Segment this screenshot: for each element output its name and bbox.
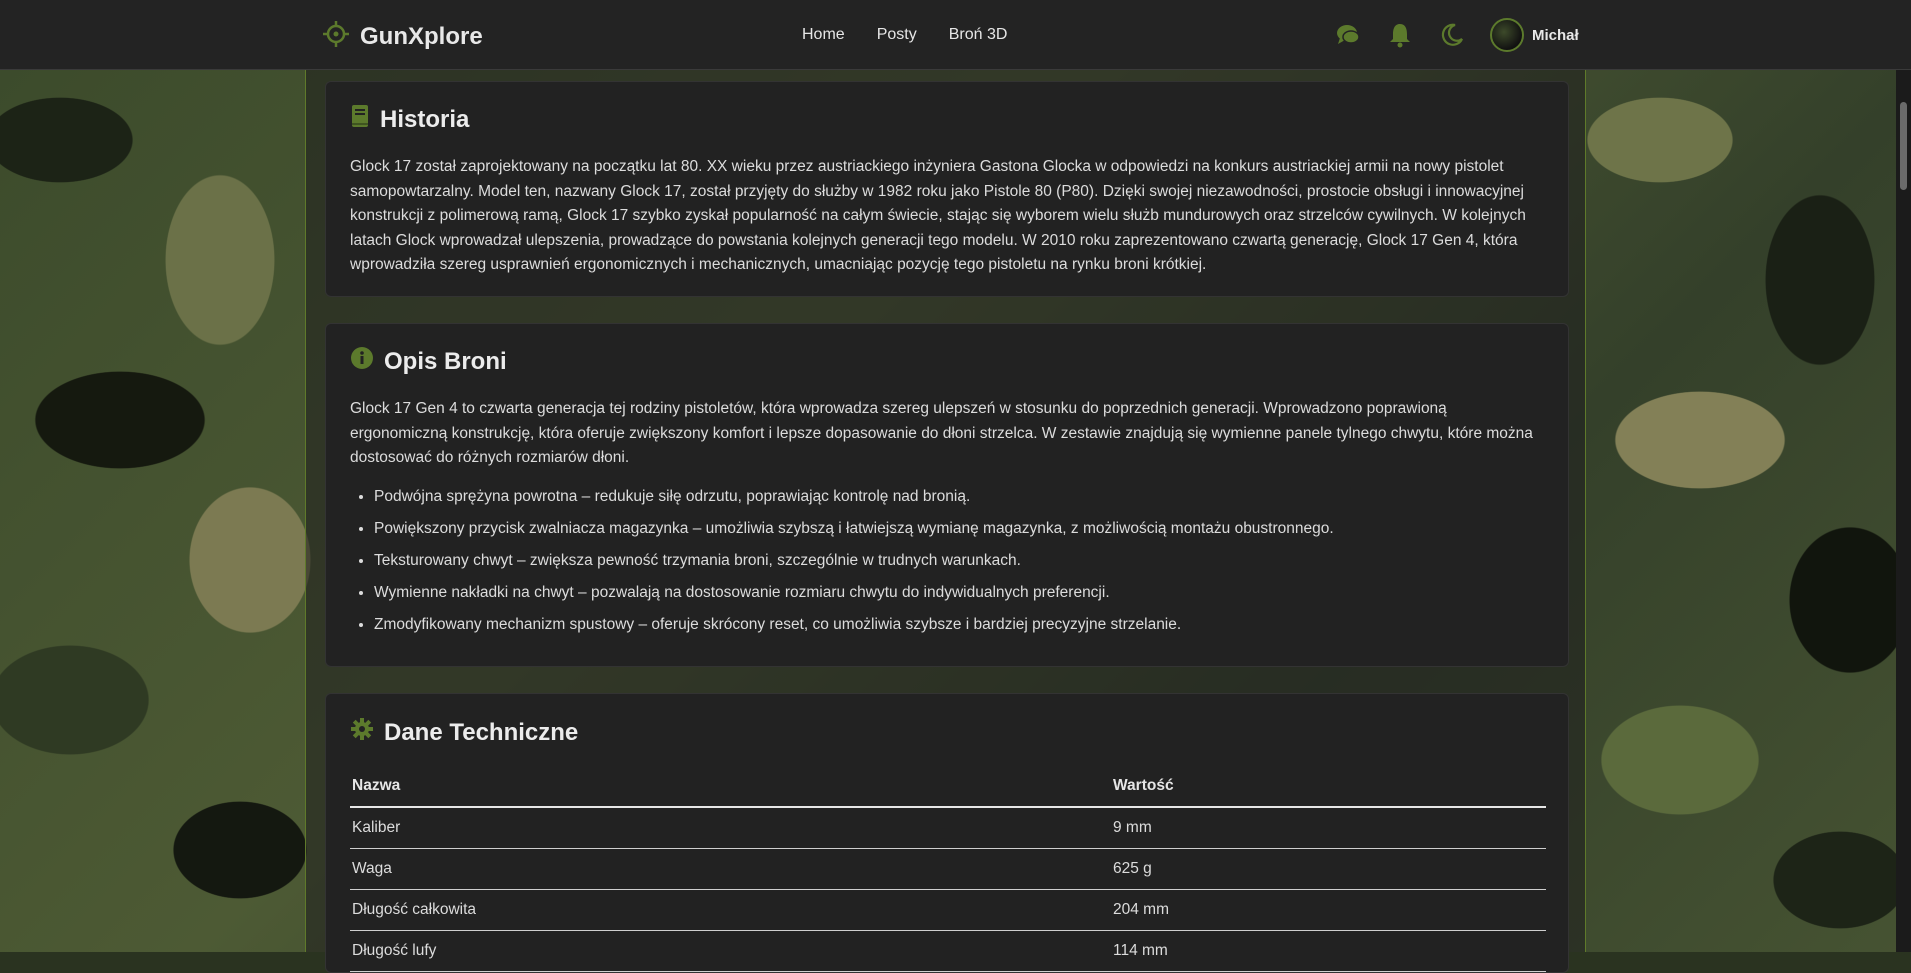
cell-value: 114 mm xyxy=(1111,930,1546,972)
avatar xyxy=(1490,18,1524,52)
user-menu[interactable]: Michał xyxy=(1490,18,1579,52)
list-item: Powiększony przycisk zwalniacza magazynk… xyxy=(374,517,1569,549)
cell-value: 204 mm xyxy=(1111,889,1546,931)
feature-list: Podwójna sprężyna powrotna – redukuje si… xyxy=(350,485,1569,645)
column-header-value: Wartość xyxy=(1111,766,1546,808)
content-column: Historia Glock 17 został zaprojektowany … xyxy=(305,70,1586,973)
list-item: Podwójna sprężyna powrotna – redukuje si… xyxy=(374,485,1569,517)
page-scrollbar[interactable] xyxy=(1896,70,1911,952)
nav-posty[interactable]: Posty xyxy=(877,26,917,44)
description-title: Opis Broni xyxy=(384,347,507,375)
header-tools: Michał xyxy=(1334,18,1579,52)
tech-title: Dane Techniczne xyxy=(384,718,579,746)
nav-bron-3d[interactable]: Broń 3D xyxy=(949,26,1008,44)
list-item: Teksturowany chwyt – zwiększa pewność tr… xyxy=(374,549,1569,581)
description-card: Opis Broni Glock 17 Gen 4 to czwarta gen… xyxy=(325,323,1569,667)
cell-name: Długość całkowita xyxy=(350,889,1111,931)
tech-heading: Dane Techniczne xyxy=(350,717,578,748)
nav-home[interactable]: Home xyxy=(802,26,845,44)
list-item: Zmodyfikowany mechanizm spustowy – oferu… xyxy=(374,613,1569,645)
history-card: Historia Glock 17 został zaprojektowany … xyxy=(325,81,1569,297)
table-row: Waga 625 g xyxy=(350,848,1546,890)
cell-value: 9 mm xyxy=(1111,807,1546,849)
chat-icon[interactable] xyxy=(1334,21,1362,49)
user-name: Michał xyxy=(1532,26,1579,44)
column-header-name: Nazwa xyxy=(350,766,1111,808)
main-nav: Home Posty Broń 3D xyxy=(802,26,1007,44)
brand-title: GunXplore xyxy=(360,22,483,50)
top-navbar: GunXplore Home Posty Broń 3D Michał xyxy=(0,0,1911,70)
tech-card: Dane Techniczne Nazwa Wartość Kaliber 9 … xyxy=(325,693,1569,973)
brand[interactable]: GunXplore xyxy=(322,20,483,53)
bell-icon[interactable] xyxy=(1386,21,1414,49)
info-circle-icon xyxy=(350,346,374,377)
history-text: Glock 17 został zaprojektowany na począt… xyxy=(350,158,1526,273)
table-row: Kaliber 9 mm xyxy=(350,807,1546,849)
list-item: Wymienne nakładki na chwyt – pozwalają n… xyxy=(374,581,1569,613)
cell-value: 625 g xyxy=(1111,848,1546,890)
crosshair-icon xyxy=(322,20,350,53)
description-text: Glock 17 Gen 4 to czwarta generacja tej … xyxy=(350,400,1533,466)
history-title: Historia xyxy=(380,105,470,133)
gear-icon xyxy=(350,717,374,748)
table-row: Długość całkowita 204 mm xyxy=(350,889,1546,931)
history-heading: Historia xyxy=(350,104,469,135)
cell-name: Waga xyxy=(350,848,1111,890)
description-heading: Opis Broni xyxy=(350,346,507,377)
cell-name: Kaliber xyxy=(350,807,1111,849)
book-icon xyxy=(350,104,370,135)
tech-table: Nazwa Wartość Kaliber 9 mm Waga 625 g Dł… xyxy=(350,766,1546,972)
moon-icon[interactable] xyxy=(1438,21,1466,49)
table-header-row: Nazwa Wartość xyxy=(350,766,1546,808)
table-row: Długość lufy 114 mm xyxy=(350,930,1546,972)
scrollbar-thumb[interactable] xyxy=(1900,102,1907,190)
cell-name: Długość lufy xyxy=(350,930,1111,972)
